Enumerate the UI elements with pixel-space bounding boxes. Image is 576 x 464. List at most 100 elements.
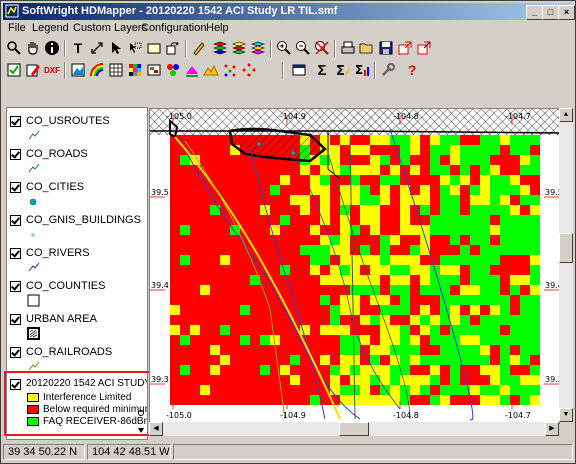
points-icon[interactable]	[221, 61, 239, 79]
coverage-cell	[510, 265, 520, 275]
spectrum-icon[interactable]	[88, 61, 106, 79]
coverage-cell	[300, 385, 310, 395]
layer-image-icon[interactable]	[69, 61, 87, 79]
select-area-icon[interactable]	[126, 39, 144, 57]
checklist-icon[interactable]	[5, 61, 23, 79]
layer-checkbox[interactable]	[10, 281, 21, 292]
print-icon[interactable]	[339, 39, 357, 57]
coverage-cell	[450, 175, 460, 185]
layer-checkbox[interactable]	[10, 314, 21, 325]
coverage-cell	[490, 145, 500, 155]
draw-rectangle-icon[interactable]	[145, 39, 163, 57]
coverage-cell	[340, 235, 350, 245]
menu-legend[interactable]: Legend	[32, 22, 69, 34]
layer-checkbox[interactable]	[10, 347, 21, 358]
layers-a-icon[interactable]	[211, 39, 229, 57]
layer-checkbox[interactable]	[10, 149, 21, 160]
scroll-thumb-horizontal[interactable]	[339, 422, 369, 436]
coverage-cell	[360, 195, 370, 205]
map-view[interactable]: -105.0 -104.9 -104.8 -104.7 -105.0 -104.…	[149, 108, 560, 424]
terrain-icon[interactable]	[202, 61, 220, 79]
close-button[interactable]: ×	[558, 5, 575, 20]
window-icon[interactable]	[290, 61, 308, 79]
coverage-cell	[180, 245, 190, 255]
coverage-cell	[210, 385, 220, 395]
layer-checkbox[interactable]	[10, 215, 21, 226]
coverage-cell	[510, 395, 520, 405]
color-table-icon[interactable]	[126, 61, 144, 79]
palette-icon[interactable]	[164, 61, 182, 79]
menu-configuration[interactable]: Configuration	[141, 22, 206, 34]
scroll-right-button[interactable]: ▶	[545, 422, 559, 436]
coverage-cell	[490, 185, 500, 195]
vertical-scrollbar[interactable]: ▲ ▼	[559, 108, 573, 422]
scroll-left-button[interactable]: ◀	[149, 422, 163, 436]
coverage-cell	[450, 145, 460, 155]
layer-name: CO_RIVERS	[26, 247, 90, 259]
resize-tool-icon[interactable]	[88, 39, 106, 57]
zoom-out-icon[interactable]	[294, 39, 312, 57]
layer-checkbox[interactable]	[10, 116, 21, 127]
sum-icon[interactable]: Σ	[313, 61, 331, 79]
layers-b-icon[interactable]	[230, 39, 248, 57]
menu-help[interactable]: Help	[206, 22, 229, 34]
fill-icon[interactable]	[183, 61, 201, 79]
pencil-icon[interactable]	[190, 39, 208, 57]
sum-edit-icon[interactable]: Σ	[334, 61, 352, 79]
edit-icon[interactable]	[24, 61, 42, 79]
map-canvas[interactable]: -105.0 -104.9 -104.8 -104.7 -105.0 -104.…	[150, 109, 559, 423]
coverage-cell	[270, 215, 280, 225]
coverage-cell	[510, 275, 520, 285]
points-b-icon[interactable]	[240, 61, 258, 79]
sum-chart-icon[interactable]: Σ	[353, 61, 371, 79]
coverage-cell	[360, 315, 370, 325]
coverage-cell	[260, 175, 270, 185]
coverage-cell	[410, 145, 420, 155]
export-b-icon[interactable]	[415, 39, 433, 57]
select-arrow-icon[interactable]	[107, 39, 125, 57]
pan-hand-icon[interactable]	[24, 39, 42, 57]
scroll-down-button[interactable]: ▼	[559, 408, 573, 422]
minimize-button[interactable]: _	[526, 5, 543, 20]
coverage-cell	[430, 375, 440, 385]
rotate-icon[interactable]	[164, 39, 182, 57]
export-a-icon[interactable]	[396, 39, 414, 57]
open-folder-icon[interactable]	[358, 39, 376, 57]
grid-icon[interactable]	[107, 61, 125, 79]
coverage-cell	[470, 235, 480, 245]
scroll-up-button[interactable]: ▲	[559, 108, 573, 122]
coverage-cell	[240, 385, 250, 395]
layer-checkbox[interactable]	[10, 248, 21, 259]
scroll-thumb-vertical[interactable]	[559, 233, 573, 263]
info-icon[interactable]	[43, 39, 61, 57]
zoom-cancel-icon[interactable]	[313, 39, 331, 57]
raster-icon[interactable]	[145, 61, 163, 79]
zoom-tool-icon[interactable]	[5, 39, 23, 57]
coverage-cell	[340, 385, 350, 395]
maximize-button[interactable]: □	[542, 5, 559, 20]
layer-checkbox[interactable]	[10, 182, 21, 193]
menu-file[interactable]: File	[8, 22, 26, 34]
save-icon[interactable]	[377, 39, 395, 57]
tools-icon[interactable]	[379, 61, 397, 79]
title-bar[interactable]: SoftWright HDMapper - 20120220 1542 ACI …	[3, 3, 575, 20]
toolbar-separator	[185, 40, 187, 57]
coverage-cell	[410, 295, 420, 305]
dxf-icon[interactable]: DXF	[43, 61, 61, 79]
menu-custom-layers[interactable]: Custom Layers	[73, 22, 147, 34]
layers-c-icon[interactable]	[249, 39, 267, 57]
coverage-cell	[260, 335, 270, 345]
coverage-cell	[350, 145, 360, 155]
horizontal-scrollbar[interactable]: ◀ ▶	[149, 422, 559, 436]
coverage-cell	[250, 365, 260, 375]
coverage-cell	[500, 265, 510, 275]
coverage-cell	[520, 145, 530, 155]
coverage-cell	[420, 255, 430, 265]
text-tool-icon[interactable]: T	[69, 39, 87, 57]
zoom-in-icon[interactable]	[275, 39, 293, 57]
coverage-cell	[440, 255, 450, 265]
coverage-cell	[520, 385, 530, 395]
help-icon[interactable]: ?	[403, 61, 421, 79]
coverage-cell	[490, 275, 500, 285]
coverage-cell	[240, 155, 250, 165]
